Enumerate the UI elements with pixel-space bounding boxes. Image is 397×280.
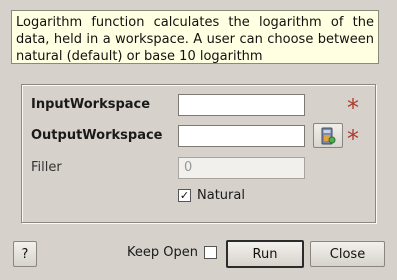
keep-open-row[interactable]: Keep Open [127,245,217,260]
close-button[interactable]: Close [310,241,385,267]
natural-label: Natural [197,188,245,203]
natural-checkbox-row[interactable]: ✓ Natural [178,188,245,203]
natural-checkbox[interactable]: ✓ [178,189,191,202]
workspace-browse-icon [321,127,336,144]
input-workspace-label: InputWorkspace [31,97,151,112]
workspace-browse-button[interactable] [313,123,343,148]
output-workspace-label: OutputWorkspace [31,128,163,143]
keep-open-checkbox[interactable] [203,246,217,259]
output-workspace-field[interactable] [178,125,305,147]
filler-label: Filler [31,160,62,175]
keep-open-label: Keep Open [127,245,198,260]
algorithm-description: Logarithm function calculates the logari… [11,10,379,64]
input-workspace-field[interactable] [178,94,305,116]
output-workspace-required-icon: * [347,125,359,153]
run-button[interactable]: Run [226,240,304,268]
help-button[interactable]: ? [13,241,37,267]
input-workspace-required-icon: * [347,94,359,122]
filler-field[interactable]: 0 [178,157,305,179]
